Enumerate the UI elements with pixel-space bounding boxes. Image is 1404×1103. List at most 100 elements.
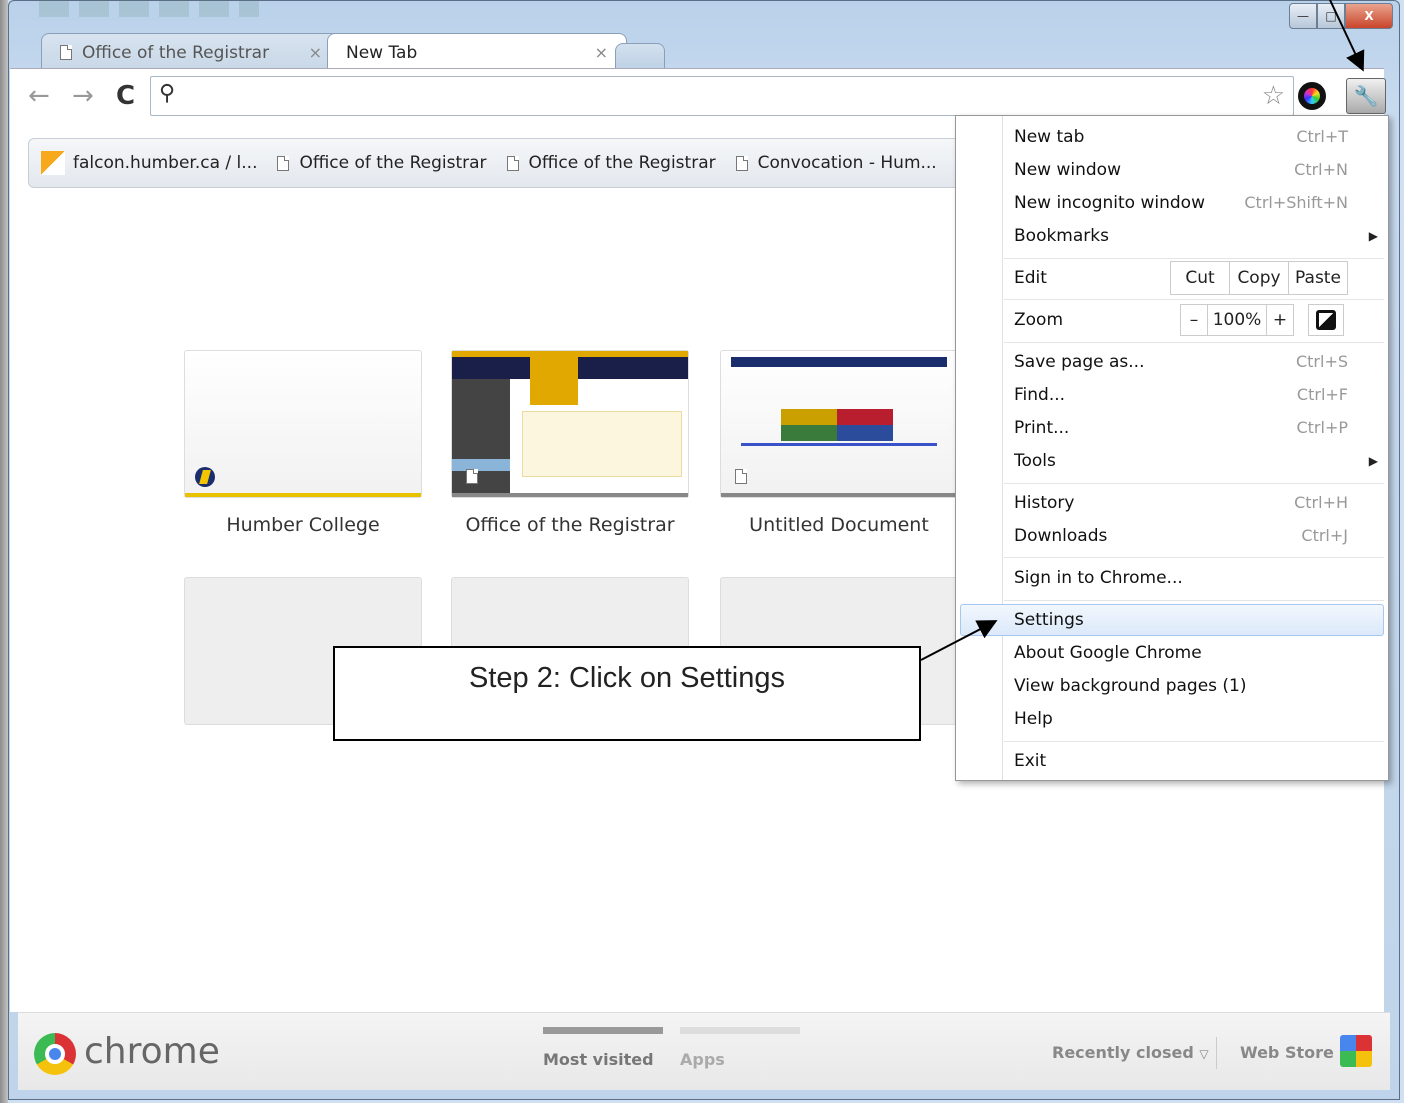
bookmark-star-icon[interactable]: ☆ — [1262, 81, 1285, 111]
web-store-icon[interactable] — [1340, 1035, 1372, 1067]
menu-separator — [1004, 299, 1384, 300]
omnibox[interactable]: ⚲ ☆ — [150, 76, 1294, 116]
thumbnail-label: Office of the Registrar — [465, 514, 675, 536]
menu-item-label: Bookmarks — [1014, 226, 1109, 246]
forward-arrow-icon[interactable]: → — [72, 81, 94, 111]
menu-item-label: Tools — [1014, 451, 1056, 471]
zoom-level: 100% — [1207, 304, 1267, 336]
cut-button[interactable]: Cut — [1170, 261, 1230, 295]
omnibox-input[interactable] — [191, 83, 1231, 109]
zoom-in-button[interactable]: + — [1266, 304, 1294, 336]
toolbar: ← → C ⚲ ☆ — [10, 68, 1384, 122]
tab-label: Most visited — [543, 1050, 654, 1069]
menu-shortcut: Ctrl+N — [1294, 160, 1348, 179]
menu-item-label: New tab — [1014, 127, 1085, 147]
new-tab-button[interactable] — [615, 43, 665, 71]
chrome-wordmark: chrome — [84, 1031, 220, 1072]
menu-separator — [1004, 600, 1384, 601]
bookmark-label: falcon.humber.ca / l... — [73, 153, 258, 173]
chevron-down-icon: ▽ — [1199, 1047, 1209, 1061]
back-arrow-icon[interactable]: ← — [28, 81, 50, 111]
menu-shortcut: Ctrl+T — [1296, 127, 1348, 146]
menu-item-label: History — [1014, 493, 1075, 513]
desktop-edge — [0, 0, 8, 1103]
bookmark-item[interactable]: Office of the Registrar — [277, 153, 487, 173]
reload-icon[interactable]: C — [116, 81, 135, 111]
menu-item-label: Downloads — [1014, 526, 1108, 546]
wrench-menu-button[interactable]: 🔧 — [1346, 78, 1386, 114]
page-icon — [466, 469, 478, 484]
thumbnail-humber-college[interactable] — [184, 350, 422, 498]
menu-separator — [1004, 342, 1384, 343]
menu-item-label: Print... — [1014, 418, 1070, 438]
web-store-link[interactable]: Web Store — [1240, 1043, 1334, 1062]
tab-strip: Office of the Registrar × New Tab × — [25, 33, 925, 71]
pma-icon — [41, 151, 65, 175]
tab-indicator — [543, 1027, 663, 1034]
menu-shortcut: Ctrl+J — [1301, 526, 1348, 545]
thumbnail-accent-bar — [452, 493, 688, 497]
menu-shortcut: Ctrl+H — [1294, 493, 1348, 512]
menu-item-label: About Google Chrome — [1014, 643, 1202, 663]
bookmark-label: Convocation - Hum... — [757, 153, 937, 173]
menu-item-label: Exit — [1014, 751, 1047, 771]
thumbnail-untitled-document[interactable] — [720, 350, 958, 498]
minimize-button[interactable]: — — [1289, 3, 1317, 29]
menu-separator — [1004, 741, 1384, 742]
menu-separator — [1004, 258, 1384, 259]
bookmark-label: Office of the Registrar — [528, 153, 716, 173]
recently-closed-label: Recently closed — [1052, 1043, 1194, 1062]
copy-button[interactable]: Copy — [1229, 261, 1289, 295]
tab-close-icon[interactable]: × — [595, 43, 608, 62]
tab-title: Office of the Registrar — [82, 42, 270, 63]
tab-close-icon[interactable]: × — [309, 43, 322, 62]
page-icon — [506, 155, 519, 171]
humber-logo-icon — [195, 467, 215, 487]
menu-item-label: Find... — [1014, 385, 1066, 405]
page-icon — [735, 469, 747, 484]
titlebar-decoration — [39, 1, 259, 17]
fullscreen-button[interactable] — [1308, 304, 1344, 336]
wrench-icon: 🔧 — [1353, 84, 1379, 108]
tab-new-tab[interactable]: New Tab × — [327, 33, 627, 71]
bookmark-item[interactable]: Office of the Registrar — [506, 153, 716, 173]
menu-item-label: Help — [1014, 709, 1053, 729]
menu-shortcut: Ctrl+S — [1295, 352, 1348, 371]
thumbnail-label: Humber College — [226, 514, 380, 536]
extension-color-icon[interactable] — [1298, 82, 1326, 110]
most-visited-tab[interactable]: Most visited — [543, 1027, 663, 1070]
menu-item-edit: Edit — [1014, 268, 1047, 288]
recently-closed-menu[interactable]: Recently closed ▽ — [1052, 1043, 1209, 1062]
page-icon — [277, 155, 290, 171]
thumbnail-accent-bar — [185, 493, 421, 497]
tab-office-registrar[interactable]: Office of the Registrar × — [41, 33, 341, 71]
menu-item-label: New incognito window — [1014, 193, 1205, 213]
wrench-menu: New tab Ctrl+T New window Ctrl+N New inc… — [955, 115, 1389, 781]
instruction-callout: Step 2: Click on Settings — [333, 646, 921, 741]
close-window-button[interactable]: X — [1345, 3, 1393, 29]
menu-item-zoom: Zoom — [1014, 310, 1064, 330]
menu-item-label: View background pages (1) — [1014, 676, 1247, 696]
menu-shortcut: Ctrl+F — [1296, 385, 1348, 404]
menu-gutter — [1002, 116, 1003, 780]
maximize-button[interactable]: □ — [1317, 3, 1345, 29]
window-controls: — □ X — [1289, 3, 1393, 29]
menu-separator — [1004, 557, 1384, 558]
tab-indicator — [680, 1027, 800, 1034]
submenu-arrow-icon: ▶ — [1368, 454, 1378, 468]
menu-separator — [1004, 483, 1384, 484]
menu-shortcut: Ctrl+P — [1296, 418, 1348, 437]
menu-item-label: Sign in to Chrome... — [1014, 568, 1183, 588]
menu-item-label: New window — [1014, 160, 1121, 180]
zoom-out-button[interactable]: – — [1180, 304, 1208, 336]
submenu-arrow-icon: ▶ — [1368, 229, 1378, 243]
thumbnail-office-registrar[interactable] — [451, 350, 689, 498]
bookmark-item[interactable]: Convocation - Hum... — [735, 153, 937, 173]
tab-title: New Tab — [346, 42, 418, 63]
fullscreen-icon — [1316, 310, 1336, 330]
bookmark-item[interactable]: falcon.humber.ca / l... — [41, 151, 257, 175]
apps-tab[interactable]: Apps — [680, 1027, 800, 1070]
paste-button[interactable]: Paste — [1288, 261, 1348, 295]
menu-shortcut: Ctrl+Shift+N — [1244, 193, 1348, 212]
thumbnail-accent-bar — [721, 493, 957, 497]
